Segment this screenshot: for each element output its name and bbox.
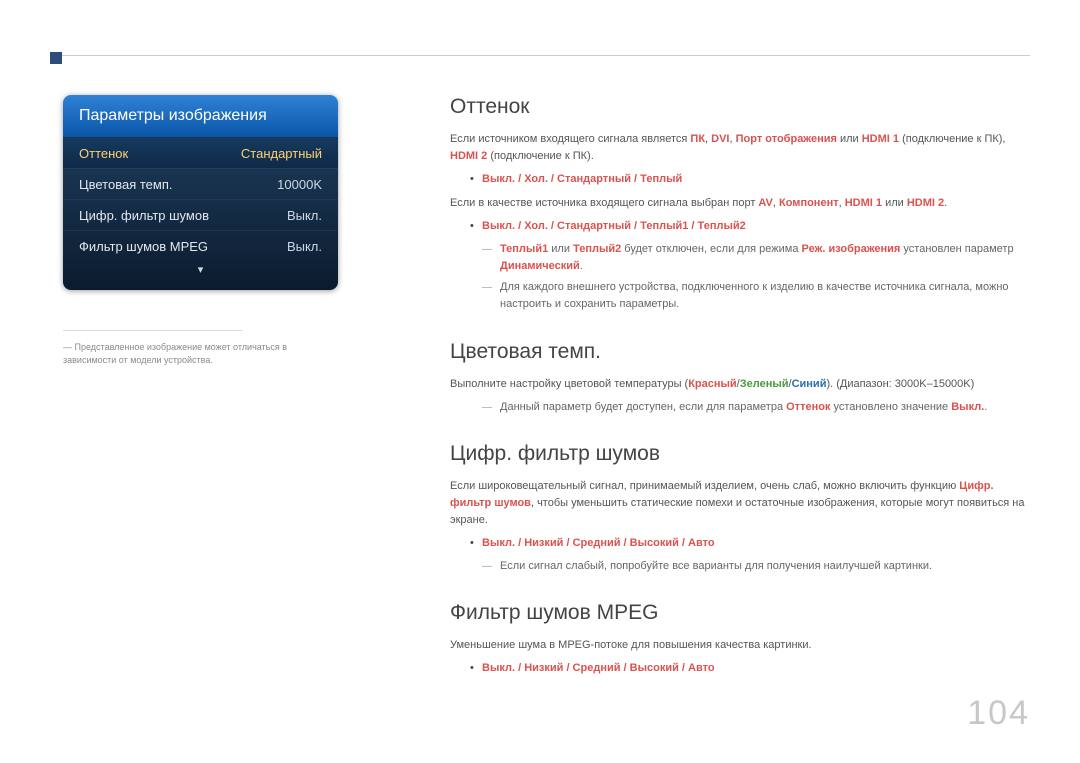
dash-list: Если сигнал слабый, попробуйте все вариа… xyxy=(482,558,1030,575)
section-title: Цифр. фильтр шумов xyxy=(450,442,1030,466)
dash-list: Теплый1 или Теплый2 будет отключен, если… xyxy=(482,241,1030,313)
section-title: Оттенок xyxy=(450,95,1030,119)
dash-list: Данный параметр будет доступен, если для… xyxy=(482,399,1030,416)
paragraph: Если в качестве источника входящего сигн… xyxy=(450,195,1030,212)
list-item: Выкл. / Хол. / Стандартный / Теплый xyxy=(470,171,1030,189)
paragraph: Выполните настройку цветовой температуры… xyxy=(450,376,1030,393)
chevron-down-icon[interactable]: ▾ xyxy=(63,261,338,282)
left-column: Параметры изображения Оттенок Стандартны… xyxy=(63,95,338,372)
osd-row-label: Фильтр шумов MPEG xyxy=(79,239,208,254)
page-number: 104 xyxy=(967,694,1030,733)
osd-panel: Параметры изображения Оттенок Стандартны… xyxy=(63,95,338,290)
list-item: Выкл. / Низкий / Средний / Высокий / Авт… xyxy=(470,660,1030,678)
osd-row-noise-filter[interactable]: Цифр. фильтр шумов Выкл. xyxy=(63,199,338,230)
section-noise-filter: Цифр. фильтр шумов Если широковещательны… xyxy=(450,442,1030,576)
paragraph: Если широковещательный сигнал, принимаем… xyxy=(450,478,1030,529)
section-title: Цветовая темп. xyxy=(450,340,1030,364)
bullet-list: Выкл. / Низкий / Средний / Высокий / Авт… xyxy=(470,535,1030,553)
osd-row-value: Выкл. xyxy=(287,239,322,254)
list-item: Для каждого внешнего устройства, подключ… xyxy=(482,279,1030,313)
bullet-list: Выкл. / Хол. / Стандартный / Теплый xyxy=(470,171,1030,189)
bullet-list: Выкл. / Низкий / Средний / Высокий / Авт… xyxy=(470,660,1030,678)
list-item: Выкл. / Низкий / Средний / Высокий / Авт… xyxy=(470,535,1030,553)
osd-row-color-temp[interactable]: Цветовая темп. 10000K xyxy=(63,168,338,199)
osd-row-label: Цифр. фильтр шумов xyxy=(79,208,209,223)
section-mpeg-filter: Фильтр шумов MPEG Уменьшение шума в MPEG… xyxy=(450,601,1030,678)
osd-body: Оттенок Стандартный Цветовая темп. 10000… xyxy=(63,137,338,290)
bullet-list: Выкл. / Хол. / Стандартный / Теплый1 / Т… xyxy=(470,218,1030,236)
top-accent xyxy=(50,52,62,64)
section-color-temp: Цветовая темп. Выполните настройку цвето… xyxy=(450,340,1030,416)
page-container: Параметры изображения Оттенок Стандартны… xyxy=(0,0,1080,763)
osd-row-value: Стандартный xyxy=(241,146,322,161)
osd-row-value: 10000K xyxy=(277,177,322,192)
disclaimer-text: ― Представленное изображение может отлич… xyxy=(63,341,338,366)
osd-row-label: Оттенок xyxy=(79,146,128,161)
paragraph: Уменьшение шума в MPEG-потоке для повыше… xyxy=(450,637,1030,654)
divider xyxy=(63,330,243,331)
osd-row-value: Выкл. xyxy=(287,208,322,223)
list-item: Теплый1 или Теплый2 будет отключен, если… xyxy=(482,241,1030,275)
paragraph: Если источником входящего сигнала являет… xyxy=(450,131,1030,165)
top-divider xyxy=(50,55,1030,56)
list-item: Данный параметр будет доступен, если для… xyxy=(482,399,1030,416)
right-column: Оттенок Если источником входящего сигнал… xyxy=(450,95,1030,684)
osd-row-label: Цветовая темп. xyxy=(79,177,172,192)
list-item: Выкл. / Хол. / Стандартный / Теплый1 / Т… xyxy=(470,218,1030,236)
section-hue: Оттенок Если источником входящего сигнал… xyxy=(450,95,1030,314)
list-item: Если сигнал слабый, попробуйте все вариа… xyxy=(482,558,1030,575)
osd-row-hue[interactable]: Оттенок Стандартный xyxy=(63,137,338,168)
section-title: Фильтр шумов MPEG xyxy=(450,601,1030,625)
osd-row-mpeg-filter[interactable]: Фильтр шумов MPEG Выкл. xyxy=(63,230,338,261)
osd-title: Параметры изображения xyxy=(63,95,338,137)
